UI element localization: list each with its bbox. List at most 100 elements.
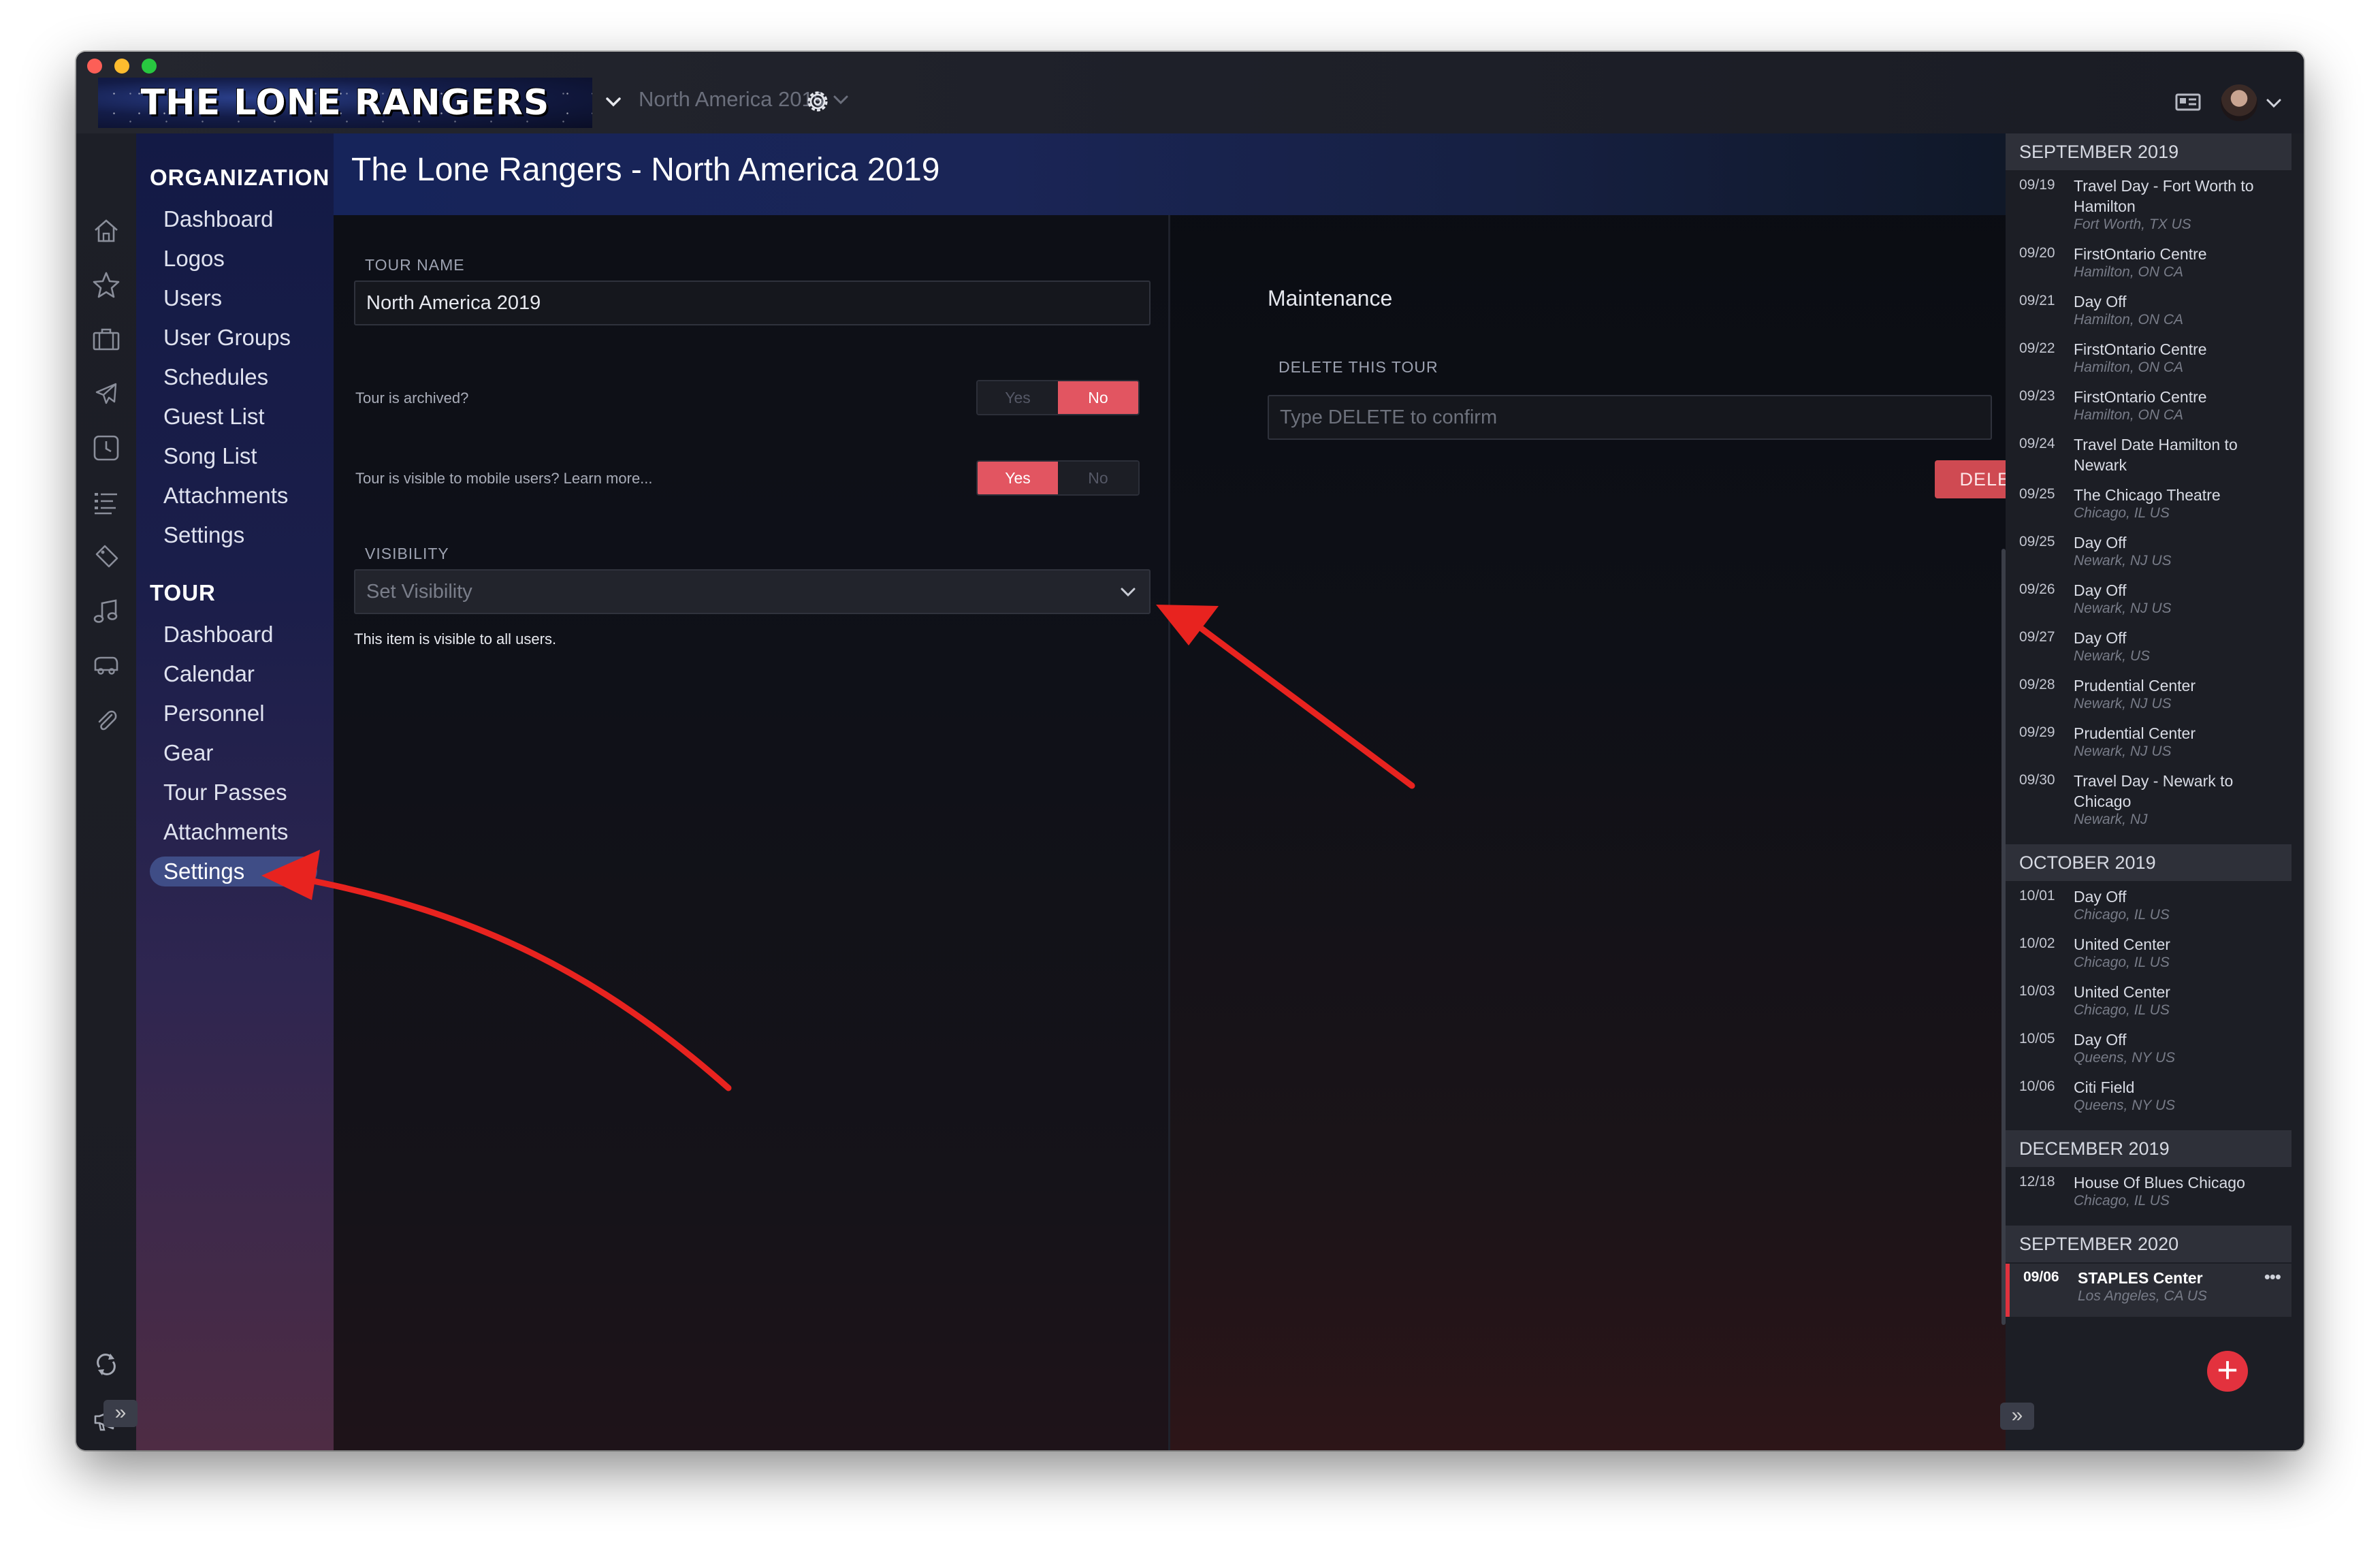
schedule-item[interactable]: 10/01 Day Off Chicago, IL US (2006, 888, 2291, 936)
bus-icon[interactable] (91, 651, 121, 681)
archived-yes-option[interactable]: Yes (978, 381, 1058, 414)
schedule-item[interactable]: 09/19 Travel Day - Fort Worth to Hamilton… (2006, 177, 2291, 245)
nav-tour-calendar[interactable]: Calendar (163, 659, 255, 689)
schedule-item-name: Day Off (2074, 293, 2127, 310)
nav-org-attachments[interactable]: Attachments (163, 481, 288, 511)
schedule-item[interactable]: 12/18 House Of Blues Chicago Chicago, IL U… (2006, 1174, 2291, 1221)
schedule-item-location: Chicago, IL US (2074, 907, 2170, 923)
nav-org-settings[interactable]: Settings (163, 520, 244, 550)
schedule-item[interactable]: 09/28 Prudential Center Newark, NJ US (2006, 677, 2291, 724)
schedule-item-location: Newark, NJ US (2074, 601, 2172, 616)
schedule-item[interactable]: 10/05 Day Off Queens, NY US (2006, 1031, 2291, 1078)
briefcase-icon[interactable] (91, 324, 121, 354)
schedule-month-header: DECEMBER 2019 (2006, 1130, 2291, 1167)
schedule-item[interactable]: 09/25 The Chicago Theatre Chicago, IL US (2006, 486, 2291, 534)
nav-tour-settings[interactable]: Settings (150, 857, 317, 886)
nav-tour-attachments[interactable]: Attachments (163, 817, 288, 847)
nav-tour-dashboard[interactable]: Dashboard (163, 620, 273, 650)
list-icon[interactable] (91, 487, 121, 517)
chevron-down-icon[interactable] (603, 91, 624, 112)
collapse-schedule-button[interactable]: » (2000, 1403, 2034, 1430)
schedule-item-date: 09/26 (2019, 581, 2055, 597)
tour-name-input[interactable]: North America 2019 (354, 281, 1151, 325)
delete-confirm-input[interactable]: Type DELETE to confirm (1268, 395, 1992, 440)
schedule-item[interactable]: 09/27 Day Off Newark, US (2006, 629, 2291, 677)
nav-org-users[interactable]: Users (163, 283, 222, 313)
star-icon[interactable] (91, 270, 121, 300)
close-window-button[interactable] (87, 59, 102, 74)
schedule-item-name: Travel Day - Fort Worth to Hamilton (2074, 177, 2254, 215)
paperclip-icon[interactable] (91, 705, 121, 735)
schedule-item[interactable]: 09/06 STAPLES Center Los Angeles, CA US ••• (2006, 1264, 2291, 1317)
schedule-item-date: 12/18 (2019, 1174, 2055, 1189)
nav-org-song-list[interactable]: Song List (163, 441, 257, 471)
more-options-icon[interactable]: ••• (2264, 1266, 2281, 1288)
visibility-select[interactable]: Set Visibility (354, 569, 1151, 614)
band-logo-text: THE LONE RANGERS (140, 82, 550, 123)
schedule-item-location: Newark, NJ US (2074, 696, 2172, 711)
schedule-item[interactable]: 09/26 Day Off Newark, NJ US (2006, 581, 2291, 629)
schedule-item-name: Travel Date Hamilton to Newark (2074, 436, 2238, 474)
schedule-item-name: FirstOntario Centre (2074, 388, 2207, 406)
schedule-item[interactable]: 10/06 Citi Field Queens, NY US (2006, 1078, 2291, 1126)
home-icon[interactable] (91, 215, 121, 245)
minimize-window-button[interactable] (114, 59, 129, 74)
icon-rail (76, 133, 136, 1450)
schedule-item[interactable]: 10/02 United Center Chicago, IL US (2006, 936, 2291, 983)
contact-card-icon[interactable] (2174, 90, 2202, 114)
nav-org-dashboard[interactable]: Dashboard (163, 204, 273, 234)
expand-sidebar-button[interactable]: » (103, 1400, 138, 1427)
clock-icon[interactable] (91, 433, 121, 463)
schedule-item[interactable]: 09/30 Travel Day - Newark to Chicago Newar… (2006, 772, 2291, 840)
title-bar: THE LONE RANGERS North America 2019 (76, 52, 2304, 133)
schedule-item-location: Chicago, IL US (2074, 505, 2170, 521)
nav-org-schedules[interactable]: Schedules (163, 362, 268, 392)
page-title: The Lone Rangers - North America 2019 (351, 152, 940, 188)
schedule-item[interactable]: 09/24 Travel Date Hamilton to Newark (2006, 436, 2291, 486)
schedule-item[interactable]: 09/20 FirstOntario Centre Hamilton, ON CA (2006, 245, 2291, 293)
mobile-no-option[interactable]: No (1058, 462, 1138, 494)
side-navigation: ORGANIZATION Dashboard Logos Users User … (136, 133, 334, 1450)
music-note-icon[interactable] (91, 596, 121, 626)
nav-org-guest-list[interactable]: Guest List (163, 402, 265, 432)
schedule-item-location: Newark, NJ US (2074, 743, 2172, 759)
schedule-item-name: FirstOntario Centre (2074, 340, 2207, 358)
archived-no-option[interactable]: No (1058, 381, 1138, 414)
schedule-item-name: Prudential Center (2074, 724, 2196, 742)
schedule-item-name: Citi Field (2074, 1078, 2135, 1096)
chevron-down-icon[interactable] (2264, 97, 2283, 110)
gear-icon[interactable] (803, 87, 832, 116)
sync-icon[interactable] (91, 1349, 121, 1379)
band-logo[interactable]: THE LONE RANGERS (98, 78, 592, 128)
ticket-icon[interactable] (91, 542, 121, 572)
schedule-item[interactable]: 09/22 FirstOntario Centre Hamilton, ON CA (2006, 340, 2291, 388)
schedule-item-location: Hamilton, ON CA (2074, 264, 2184, 280)
mobile-visible-toggle[interactable]: Yes No (976, 460, 1140, 496)
schedule-item-date: 10/05 (2019, 1031, 2055, 1046)
mobile-visible-label[interactable]: Tour is visible to mobile users? Learn m… (355, 470, 653, 487)
add-date-button[interactable]: + (2207, 1351, 2248, 1392)
schedule-item-date: 10/03 (2019, 983, 2055, 999)
schedule-item-name: Day Off (2074, 1031, 2127, 1049)
archived-toggle[interactable]: Yes No (976, 380, 1140, 415)
schedule-item[interactable]: 09/25 Day Off Newark, NJ US (2006, 534, 2291, 581)
app-window: THE LONE RANGERS North America 2019 ORGA… (76, 52, 2304, 1450)
nav-org-logos[interactable]: Logos (163, 244, 225, 274)
nav-tour-personnel[interactable]: Personnel (163, 699, 265, 729)
plane-icon[interactable] (91, 379, 121, 409)
nav-tour-gear[interactable]: Gear (163, 738, 213, 768)
schedule-item[interactable]: 10/03 United Center Chicago, IL US (2006, 983, 2291, 1031)
mobile-yes-option[interactable]: Yes (978, 462, 1058, 494)
avatar[interactable] (2221, 84, 2257, 121)
schedule-scrollbar[interactable] (2001, 549, 2006, 1325)
schedule-item[interactable]: 09/29 Prudential Center Newark, NJ US (2006, 724, 2291, 772)
chevron-down-icon (1121, 588, 1136, 597)
nav-tour-passes[interactable]: Tour Passes (163, 778, 287, 808)
zoom-window-button[interactable] (142, 59, 157, 74)
schedule-item-location: Fort Worth, TX US (2074, 217, 2191, 232)
schedule-item-location: Hamilton, ON CA (2074, 359, 2184, 375)
panel-divider (1168, 215, 1170, 1450)
schedule-item[interactable]: 09/23 FirstOntario Centre Hamilton, ON CA (2006, 388, 2291, 436)
schedule-item[interactable]: 09/21 Day Off Hamilton, ON CA (2006, 293, 2291, 340)
nav-org-user-groups[interactable]: User Groups (163, 323, 291, 353)
